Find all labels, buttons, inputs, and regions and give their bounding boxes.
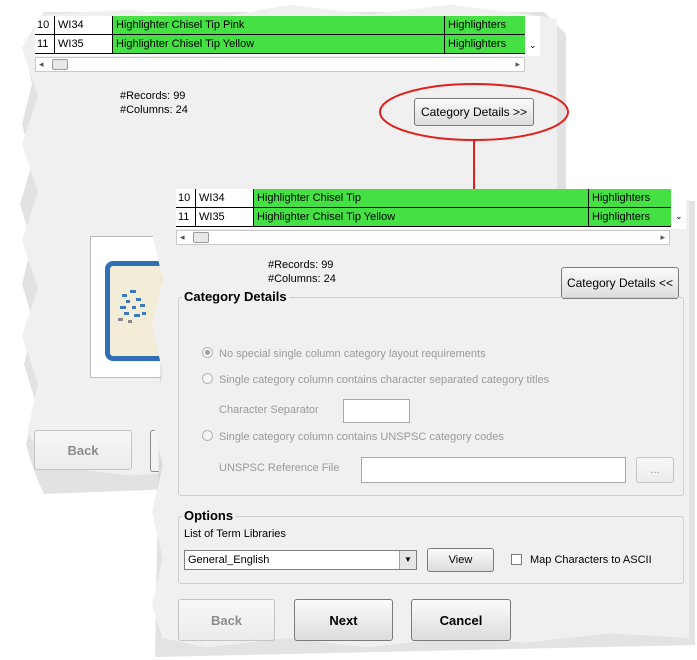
- radio-character-separated[interactable]: Single category column contains characte…: [202, 373, 549, 386]
- character-separator-label: Character Separator: [219, 404, 319, 416]
- term-libraries-label: List of Term Libraries: [184, 528, 286, 540]
- item-name: Highlighter Chisel Tip Yellow: [254, 208, 589, 226]
- options-title: Options: [182, 508, 236, 523]
- term-library-select[interactable]: General_English ▼: [184, 550, 417, 570]
- radio-no-special-layout[interactable]: No special single column category layout…: [202, 347, 486, 360]
- view-button[interactable]: View: [427, 548, 494, 572]
- row-number: 11: [176, 208, 196, 226]
- radio-label: Single category column contains UNSPSC c…: [219, 431, 504, 443]
- columns-count: #Columns: 24: [268, 273, 336, 285]
- cancel-button[interactable]: Cancel: [411, 599, 511, 641]
- unspsc-reference-label: UNSPSC Reference File: [219, 462, 340, 474]
- category-details-collapse-button[interactable]: Category Details <<: [561, 267, 679, 299]
- scroll-thumb[interactable]: [193, 232, 209, 243]
- item-category: Highlighters: [589, 208, 671, 226]
- radio-unspsc-codes[interactable]: Single category column contains UNSPSC c…: [202, 430, 504, 443]
- item-code: WI34: [196, 189, 254, 207]
- item-name: Highlighter Chisel Tip: [254, 189, 589, 207]
- radio-unselected-icon: [202, 373, 213, 384]
- records-count: #Records: 99: [268, 259, 334, 271]
- scroll-down-arrow-icon[interactable]: ⌄: [675, 211, 683, 222]
- back-button[interactable]: Back: [178, 599, 275, 641]
- radio-selected-icon: [202, 347, 213, 358]
- dropdown-arrow-icon[interactable]: ▼: [399, 551, 416, 569]
- front-data-grid[interactable]: 10 WI34 Highlighter Chisel Tip Highlight…: [176, 189, 686, 229]
- unspsc-reference-input[interactable]: [361, 457, 626, 483]
- row-number: 10: [176, 189, 196, 207]
- map-ascii-checkbox[interactable]: [511, 554, 522, 565]
- item-category: Highlighters: [589, 189, 671, 207]
- term-library-selected-value: General_English: [188, 554, 270, 566]
- category-details-title: Category Details: [182, 289, 289, 304]
- scroll-left-arrow-icon[interactable]: ◂: [180, 231, 185, 244]
- scroll-right-arrow-icon[interactable]: ▸: [660, 231, 665, 244]
- next-button[interactable]: Next: [294, 599, 393, 641]
- table-row[interactable]: 10 WI34 Highlighter Chisel Tip Highlight…: [176, 189, 671, 208]
- item-code: WI35: [196, 208, 254, 226]
- browse-button[interactable]: ...: [636, 457, 674, 483]
- character-separator-input[interactable]: [343, 399, 410, 423]
- radio-label: No special single column category layout…: [219, 348, 486, 360]
- radio-unselected-icon: [202, 430, 213, 441]
- radio-label: Single category column contains characte…: [219, 374, 550, 386]
- front-horizontal-scrollbar[interactable]: ◂ ▸: [176, 230, 670, 245]
- map-ascii-label: Map Characters to ASCII: [530, 554, 652, 566]
- table-row[interactable]: 11 WI35 Highlighter Chisel Tip Yellow Hi…: [176, 208, 671, 227]
